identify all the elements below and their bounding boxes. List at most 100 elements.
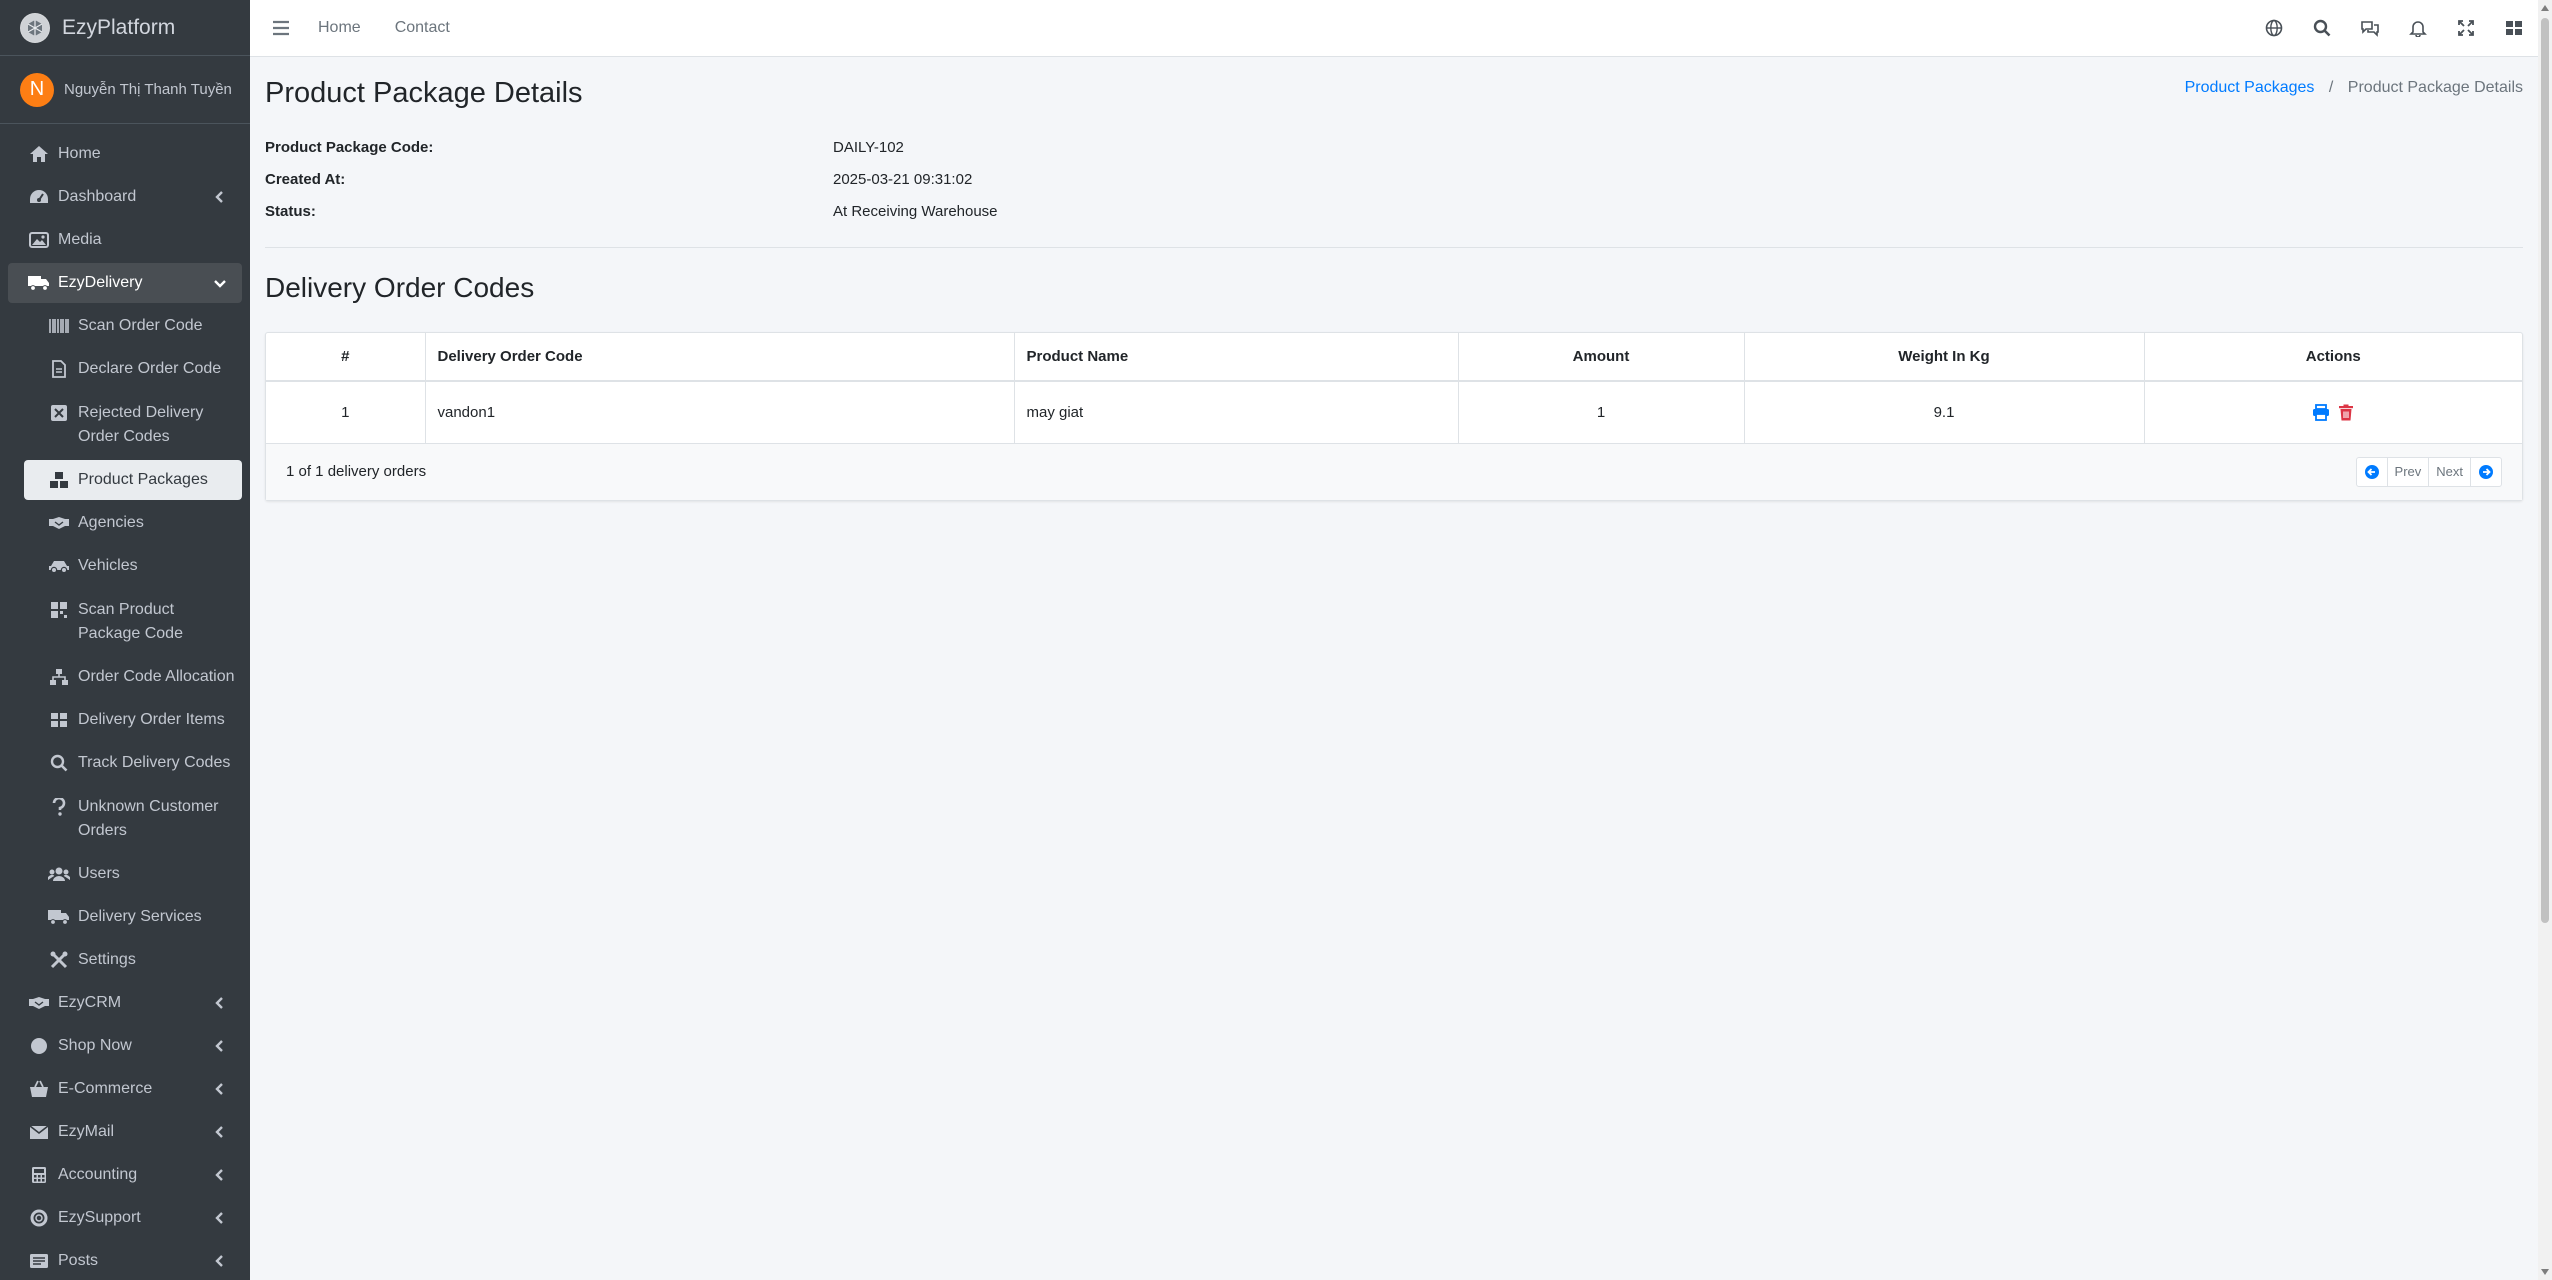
sidebar-item-label: Media <box>58 231 102 248</box>
expand-icon[interactable] <box>2442 8 2490 48</box>
breadcrumb-link-product-packages[interactable]: Product Packages <box>2185 79 2315 96</box>
next-button[interactable]: Next <box>2429 457 2471 486</box>
sidebar-item-label: Scan Product Package Code <box>78 601 183 642</box>
sidebar-item-label: Scan Order Code <box>78 317 203 334</box>
page-scrollbar[interactable] <box>2538 0 2552 1280</box>
page-header: Product Package Details Product Packages… <box>265 57 2523 123</box>
scrollbar-thumb[interactable] <box>2541 18 2549 923</box>
cell-delivery-order-code: vandon1 <box>425 381 1015 444</box>
sidebar-item-label: Users <box>78 865 120 882</box>
sidebar-item-product-packages[interactable]: Product Packages <box>24 460 242 500</box>
sidebar-item-label: Shop Now <box>58 1037 132 1054</box>
sidebar-item-unknown-customer-orders[interactable]: Unknown Customer Orders <box>24 786 242 851</box>
tools-icon <box>48 949 70 971</box>
search-icon[interactable] <box>2298 8 2346 48</box>
detail-label: Status: <box>265 202 316 220</box>
navbar-right-icons <box>2250 8 2538 48</box>
prev-button[interactable]: Prev <box>2388 457 2430 486</box>
file-icon <box>48 358 70 380</box>
cell-amount: 1 <box>1458 381 1745 444</box>
scroll-down-arrow[interactable] <box>2541 1269 2549 1275</box>
table-header-row: # Delivery Order Code Product Name Amoun… <box>266 333 2522 382</box>
sidebar-item-posts[interactable]: Posts <box>8 1241 242 1280</box>
sidebar-item-rejected-delivery-order-codes[interactable]: Rejected Delivery Order Codes <box>24 392 242 457</box>
envelope-icon <box>28 1121 50 1143</box>
image-icon <box>28 229 50 251</box>
dashboard-icon <box>28 186 50 208</box>
sidebar-item-delivery-services[interactable]: Delivery Services <box>24 897 242 937</box>
car-icon <box>48 555 70 577</box>
sidebar-item-order-code-allocation[interactable]: Order Code Allocation <box>24 657 242 697</box>
calculator-icon <box>28 1164 50 1186</box>
sidebar-item-scan-product-package-code[interactable]: Scan Product Package Code <box>24 589 242 654</box>
column-header-weight: Weight In Kg <box>1744 333 2145 382</box>
sidebar-item-vehicles[interactable]: Vehicles <box>24 546 242 586</box>
sidebar-item-ezycrm[interactable]: EzyCRM <box>8 983 242 1023</box>
brand[interactable]: EzyPlatform <box>0 0 250 56</box>
sidebar-item-declare-order-code[interactable]: Declare Order Code <box>24 349 242 389</box>
detail-label: Product Package Code: <box>265 138 434 156</box>
chevron-left-icon <box>215 1083 223 1095</box>
sidebar-item-track-delivery-codes[interactable]: Track Delivery Codes <box>24 743 242 783</box>
arrow-circle-left-icon <box>2364 464 2379 479</box>
ezydelivery-submenu: Scan Order Code Declare Order Code Rejec… <box>16 306 250 980</box>
brand-logo-icon <box>20 12 50 43</box>
detail-value: DAILY-102 <box>833 138 904 156</box>
chevron-left-icon <box>215 997 223 1009</box>
sidebar-item-label: Delivery Services <box>78 908 202 925</box>
newspaper-icon <box>28 1250 50 1272</box>
chevron-left-icon <box>215 1040 223 1052</box>
sidebar-item-media[interactable]: Media <box>8 220 242 260</box>
bell-icon[interactable] <box>2394 8 2442 48</box>
trash-icon[interactable] <box>2338 404 2354 421</box>
nav-link-contact[interactable]: Contact <box>395 19 450 37</box>
sidebar-item-home[interactable]: Home <box>8 134 242 174</box>
comments-icon[interactable] <box>2346 8 2394 48</box>
sidebar-item-ezydelivery[interactable]: EzyDelivery <box>8 263 242 303</box>
detail-row-created-at: Created At: 2025-03-21 09:31:02 <box>265 163 2523 195</box>
users-icon <box>48 863 70 885</box>
sidebar-item-ezysupport[interactable]: EzySupport <box>8 1198 242 1238</box>
delivery-orders-table: # Delivery Order Code Product Name Amoun… <box>266 333 2522 444</box>
scroll-up-arrow[interactable] <box>2541 5 2549 11</box>
chevron-left-icon <box>215 1169 223 1181</box>
print-icon[interactable] <box>2312 404 2330 421</box>
th-large-icon <box>48 709 70 731</box>
square-x-icon <box>48 402 70 424</box>
chevron-down-icon <box>214 280 226 288</box>
sidebar-nav: Home Dashboard Media EzyDelivery Scan Or… <box>0 124 250 1280</box>
th-large-icon[interactable] <box>2490 8 2538 48</box>
globe-icon[interactable] <box>2250 8 2298 48</box>
column-header-amount: Amount <box>1458 333 1745 382</box>
sidebar-item-agencies[interactable]: Agencies <box>24 503 242 543</box>
sidebar-item-users[interactable]: Users <box>24 854 242 894</box>
sidebar-item-accounting[interactable]: Accounting <box>8 1155 242 1195</box>
sidebar-item-dashboard[interactable]: Dashboard <box>8 177 242 217</box>
sidebar-item-label: Dashboard <box>58 188 137 205</box>
sidebar-item-e-commerce[interactable]: E-Commerce <box>8 1069 242 1109</box>
basket-icon <box>28 1078 50 1100</box>
sidebar-item-label: Vehicles <box>78 557 138 574</box>
sidebar-item-label: Declare Order Code <box>78 360 222 377</box>
home-icon <box>28 143 50 165</box>
column-header-delivery-order-code: Delivery Order Code <box>425 333 1015 382</box>
barcode-icon <box>48 315 70 337</box>
pagination-summary: 1 of 1 delivery orders <box>286 463 427 480</box>
sidebar-item-ezymail[interactable]: EzyMail <box>8 1112 242 1152</box>
sidebar-item-label: E-Commerce <box>58 1080 153 1097</box>
prev-arrow-button[interactable] <box>2357 457 2388 486</box>
chevron-left-icon <box>215 191 223 203</box>
sidebar-item-shop-now[interactable]: Shop Now <box>8 1026 242 1066</box>
user-panel[interactable]: N Nguyễn Thị Thanh Tuyền <box>0 56 250 124</box>
sidebar-item-delivery-order-items[interactable]: Delivery Order Items <box>24 700 242 740</box>
column-header-product-name: Product Name <box>1014 333 1459 382</box>
detail-value: 2025-03-21 09:31:02 <box>833 170 973 188</box>
sidebar-item-settings[interactable]: Settings <box>24 940 242 980</box>
sidebar-item-scan-order-code[interactable]: Scan Order Code <box>24 306 242 346</box>
next-arrow-button[interactable] <box>2471 458 2501 486</box>
column-header-actions: Actions <box>2144 333 2522 382</box>
menu-toggle-icon[interactable] <box>270 17 292 39</box>
nav-link-home[interactable]: Home <box>318 19 361 37</box>
table-row: 1 vandon1 may giat 1 9.1 <box>266 381 2522 444</box>
sidebar-item-label: Unknown Customer Orders <box>78 798 219 839</box>
